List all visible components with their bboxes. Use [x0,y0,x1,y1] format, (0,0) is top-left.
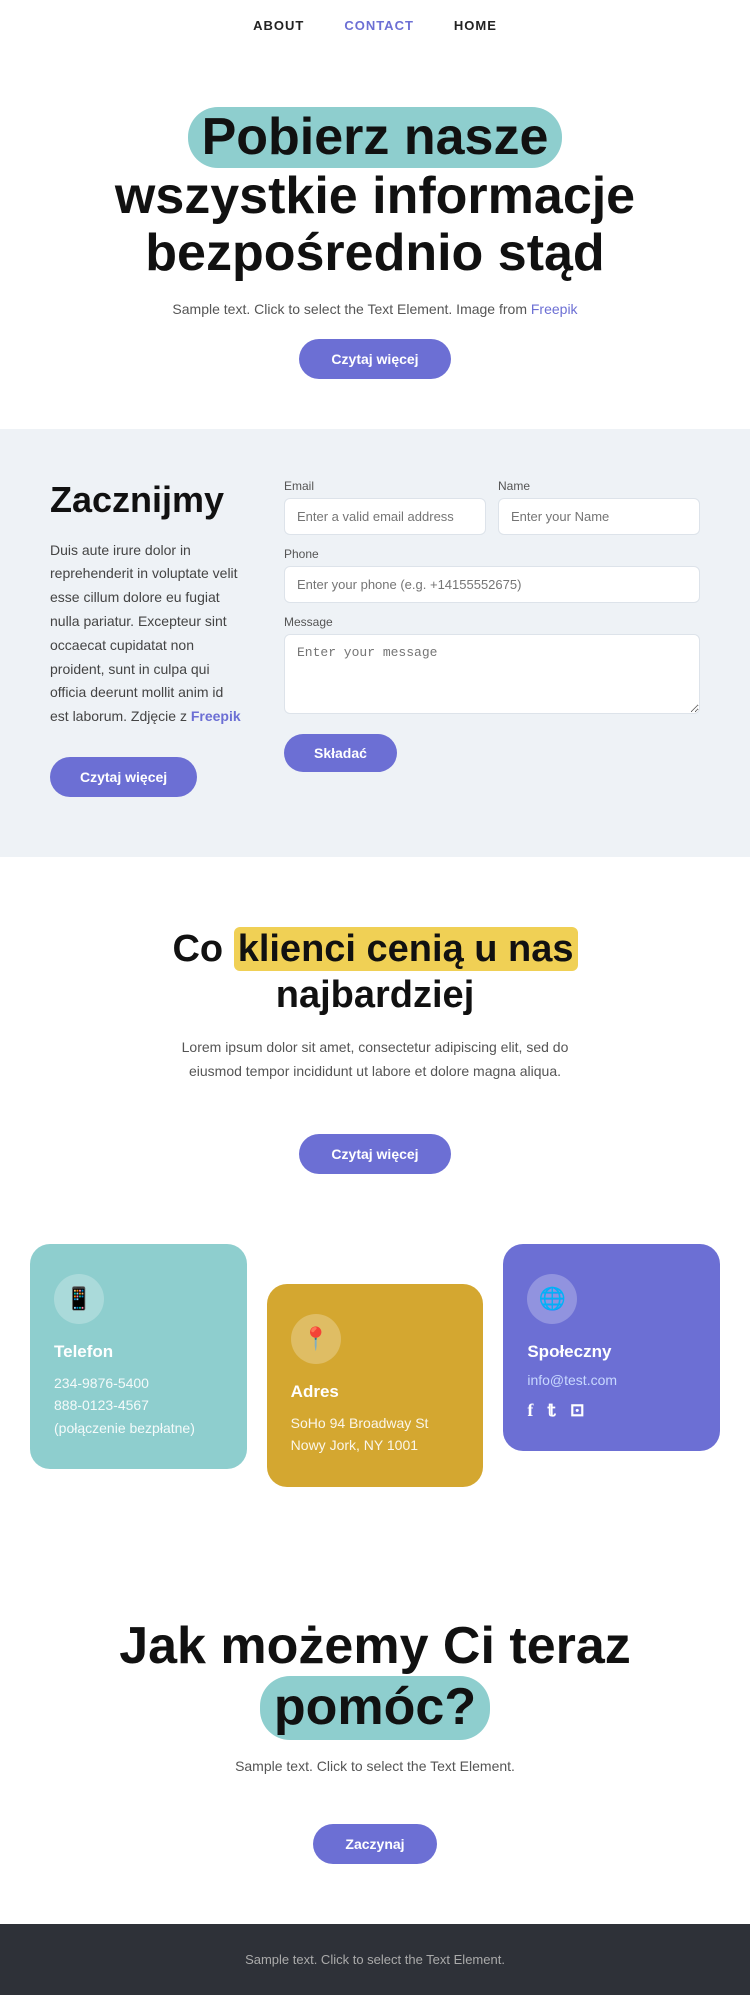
twitter-icon[interactable]: 𝕥 [547,1400,555,1421]
form-email-name-row: Email Name [284,479,700,535]
help-heading-highlight: pomóc? [260,1676,490,1740]
card-address: 📍 Adres SoHo 94 Broadway St Nowy Jork, N… [267,1284,484,1487]
contact-paragraph: Duis aute irure dolor in reprehenderit i… [50,539,244,729]
clients-heading-highlight: klienci cenią u nas [234,927,578,971]
hero-section: Pobierz nasze wszystkie informacje bezpo… [0,47,750,429]
navigation: ABOUT CONTACT HOME [0,0,750,47]
email-label: Email [284,479,486,493]
nav-contact[interactable]: CONTACT [344,18,414,33]
location-icon: 📍 [291,1314,341,1364]
contact-form: Email Name Phone Message Składać [284,479,700,772]
clients-section: Co klienci cenią u nas najbardziej Lorem… [0,857,750,1214]
card-social-title: Społeczny [527,1342,696,1362]
hero-subtext: Sample text. Click to select the Text El… [80,301,670,317]
help-subtext: Sample text. Click to select the Text El… [80,1758,670,1774]
email-input[interactable] [284,498,486,535]
contact-left: Zacznijmy Duis aute irure dolor in repre… [50,479,244,797]
message-label: Message [284,615,700,629]
card-phone-title: Telefon [54,1342,223,1362]
help-section: Jak możemy Ci teraz pomóc? Sample text. … [0,1547,750,1925]
hero-freepik-link[interactable]: Freepik [531,301,578,317]
submit-button[interactable]: Składać [284,734,397,772]
form-name-group: Name [498,479,700,535]
form-message-group: Message [284,615,700,714]
contact-freepik-link[interactable]: Freepik [191,708,241,724]
clients-paragraph: Lorem ipsum dolor sit amet, consectetur … [165,1036,585,1084]
card-phone-lines: 234-9876-5400888-0123-4567 (połączenie b… [54,1372,223,1439]
footer-text: Sample text. Click to select the Text El… [28,1952,722,1967]
help-start-button[interactable]: Zaczynaj [313,1824,436,1864]
form-phone-group: Phone [284,547,700,603]
hero-heading-rest: wszystkie informacje bezpośrednio stąd [115,167,635,282]
card-phone: 📱 Telefon 234-9876-5400888-0123-4567 (po… [30,1244,247,1469]
hero-heading: Pobierz nasze wszystkie informacje bezpo… [80,107,670,283]
nav-home[interactable]: HOME [454,18,497,33]
card-address-lines: SoHo 94 Broadway St Nowy Jork, NY 1001 [291,1412,460,1457]
card-email-link[interactable]: info@test.com [527,1372,696,1388]
hero-heading-highlight: Pobierz nasze [188,107,563,168]
name-input[interactable] [498,498,700,535]
phone-input[interactable] [284,566,700,603]
contact-section: Zacznijmy Duis aute irure dolor in repre… [0,429,750,857]
form-email-group: Email [284,479,486,535]
name-label: Name [498,479,700,493]
instagram-icon[interactable]: ⊡ [570,1400,585,1421]
globe-icon: 🌐 [527,1274,577,1324]
card-social: 🌐 Społeczny info@test.com f 𝕥 ⊡ [503,1244,720,1451]
phone-label: Phone [284,547,700,561]
nav-about[interactable]: ABOUT [253,18,304,33]
hero-read-more-button[interactable]: Czytaj więcej [299,339,450,379]
clients-read-more-button[interactable]: Czytaj więcej [299,1134,450,1174]
phone-icon: 📱 [54,1274,104,1324]
contact-heading: Zacznijmy [50,479,244,521]
footer: Sample text. Click to select the Text El… [0,1924,750,1995]
help-heading: Jak możemy Ci teraz pomóc? [80,1617,670,1741]
social-icons: f 𝕥 ⊡ [527,1400,696,1421]
contact-read-more-button[interactable]: Czytaj więcej [50,757,197,797]
facebook-icon[interactable]: f [527,1400,533,1421]
clients-heading: Co klienci cenią u nas najbardziej [80,927,670,1018]
message-input[interactable] [284,634,700,714]
card-address-title: Adres [291,1382,460,1402]
cards-row: 📱 Telefon 234-9876-5400888-0123-4567 (po… [0,1214,750,1547]
